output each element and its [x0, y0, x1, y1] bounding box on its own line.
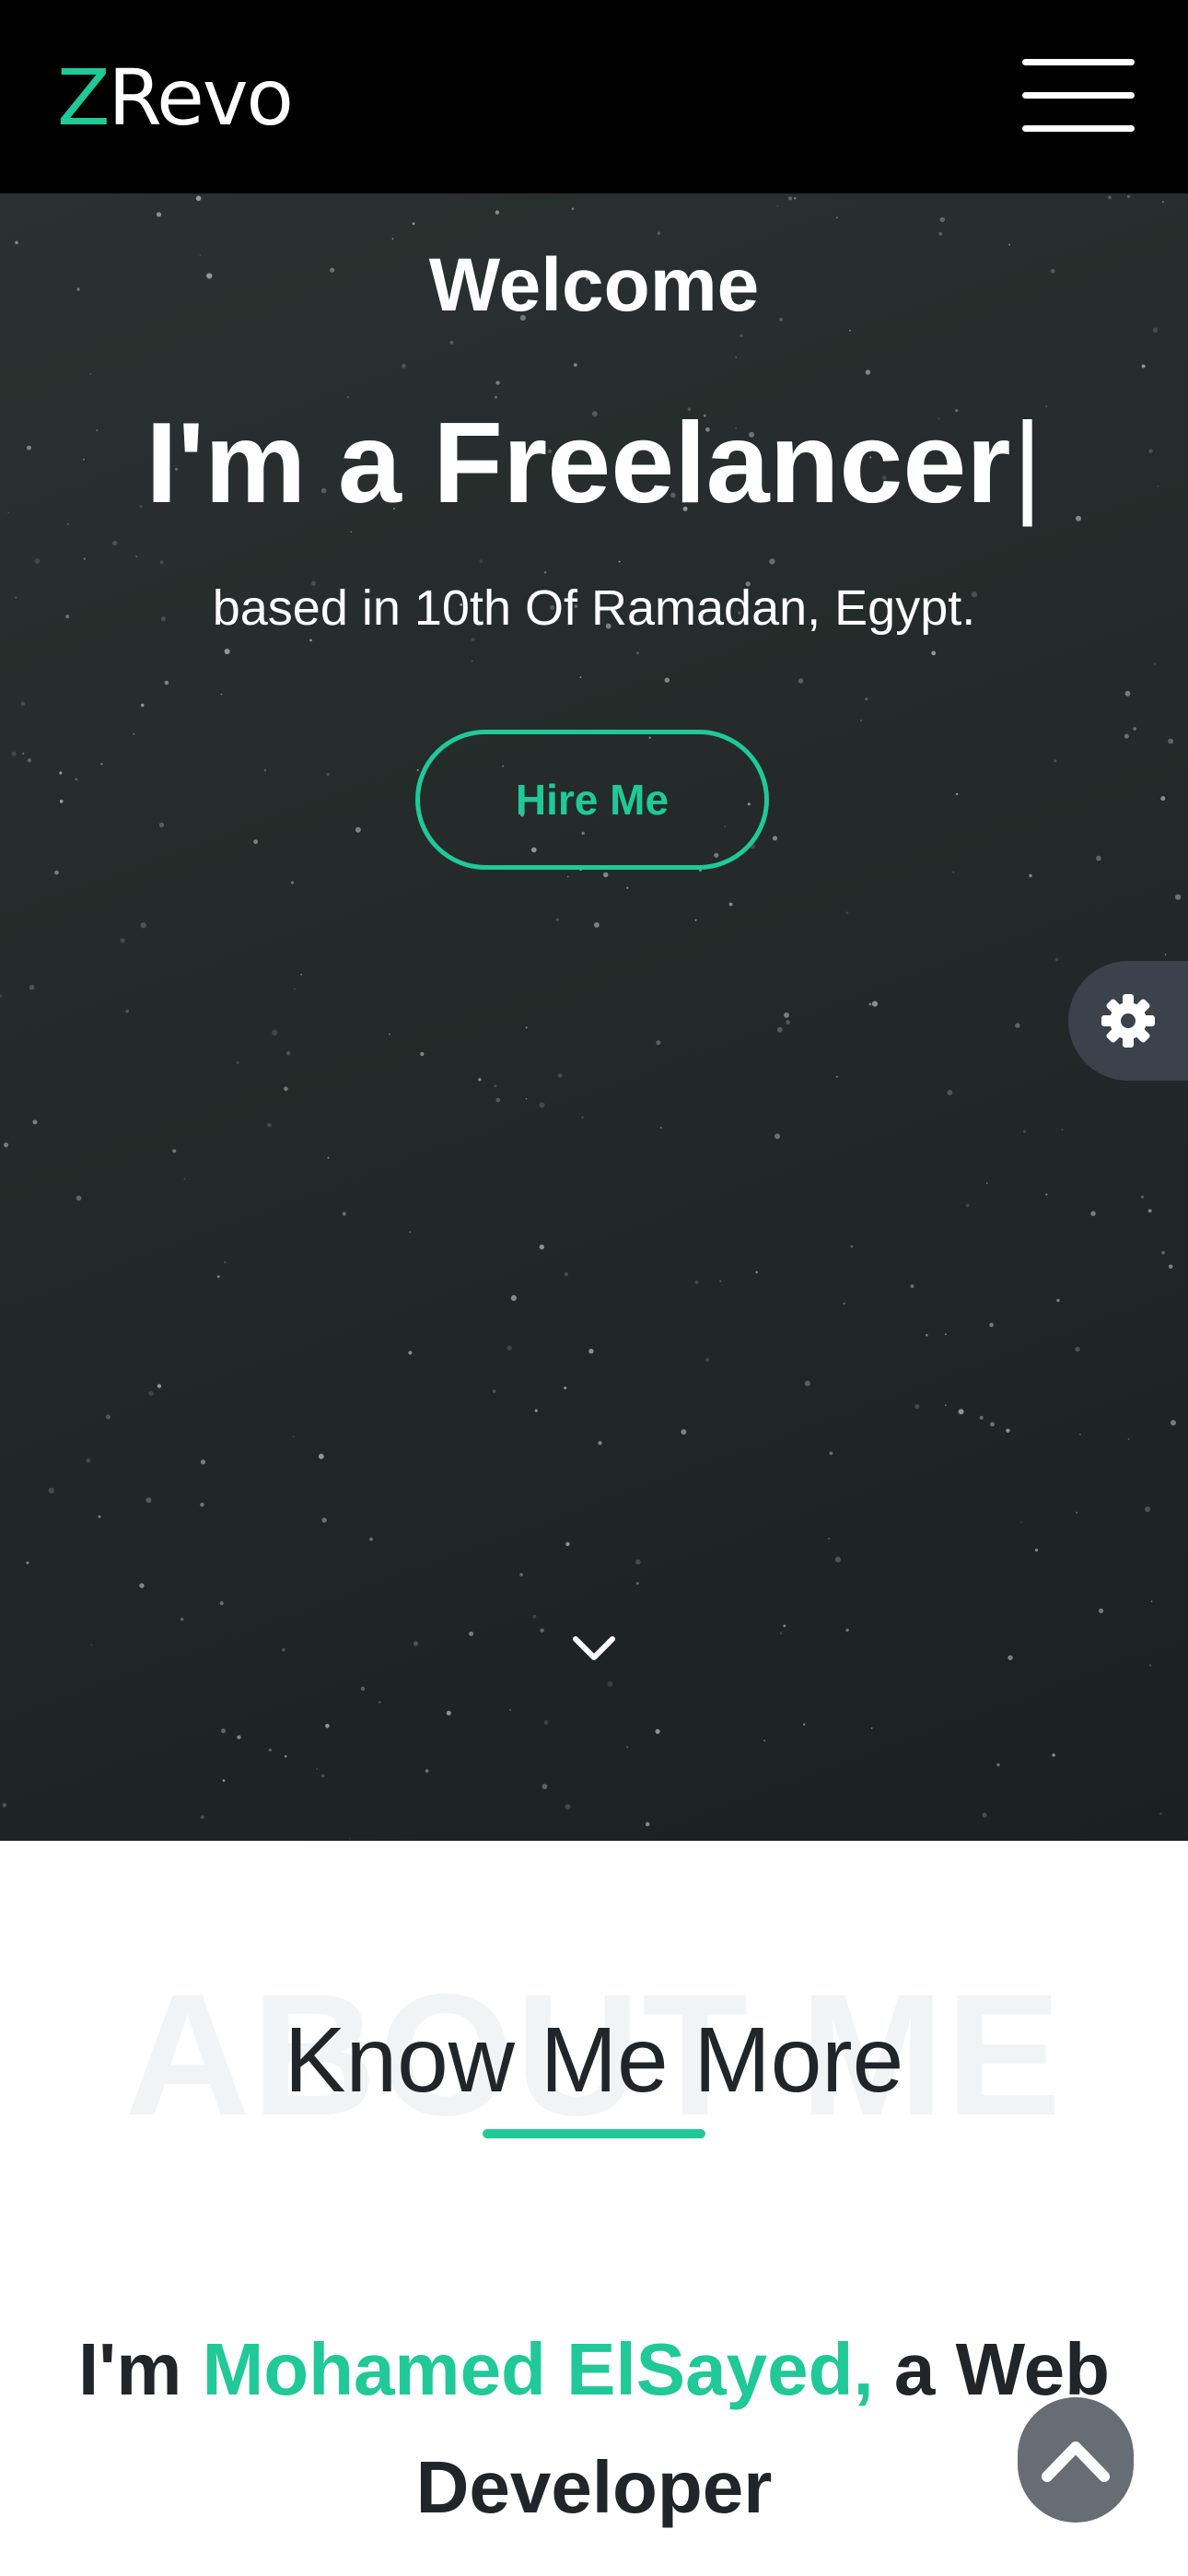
section-title: Know Me More — [284, 2008, 904, 2112]
menu-line-top — [1022, 59, 1135, 65]
back-to-top-button[interactable] — [1018, 2397, 1134, 2523]
about-section: ABOUT ME Know Me More I'm Mohamed ElSaye… — [0, 1841, 1188, 2576]
site-logo[interactable]: ZRevo — [57, 48, 294, 147]
about-intro: I'm Mohamed ElSayed, a Web Developer — [55, 2311, 1133, 2547]
hamburger-icon[interactable] — [1022, 59, 1135, 133]
intro-name: Mohamed ElSayed, — [202, 2328, 874, 2410]
typing-cursor: | — [1012, 400, 1042, 527]
hero-headline: I'm a Freelancer| — [0, 394, 1188, 533]
menu-line-middle — [1022, 92, 1135, 99]
gear-icon — [1101, 994, 1155, 1048]
logo-text: Revo — [108, 53, 294, 143]
hire-me-button[interactable]: Hire Me — [415, 730, 769, 870]
intro-prefix: I'm — [77, 2328, 203, 2410]
title-underline — [483, 2129, 705, 2138]
logo-initial: Z — [57, 53, 111, 143]
chevron-up-icon — [1042, 2441, 1110, 2482]
hero-section: Welcome I'm a Freelancer| based in 10th … — [0, 193, 1188, 1841]
chevron-down-icon[interactable] — [568, 1622, 620, 1674]
hero-location: based in 10th Of Ramadan, Egypt. — [212, 580, 976, 636]
settings-toggle[interactable] — [1068, 961, 1188, 1081]
hero-welcome: Welcome — [428, 243, 760, 327]
hero-headline-text: I'm a Freelancer — [146, 400, 1011, 527]
site-header: ZRevo — [0, 0, 1188, 193]
menu-line-bottom — [1022, 125, 1135, 132]
